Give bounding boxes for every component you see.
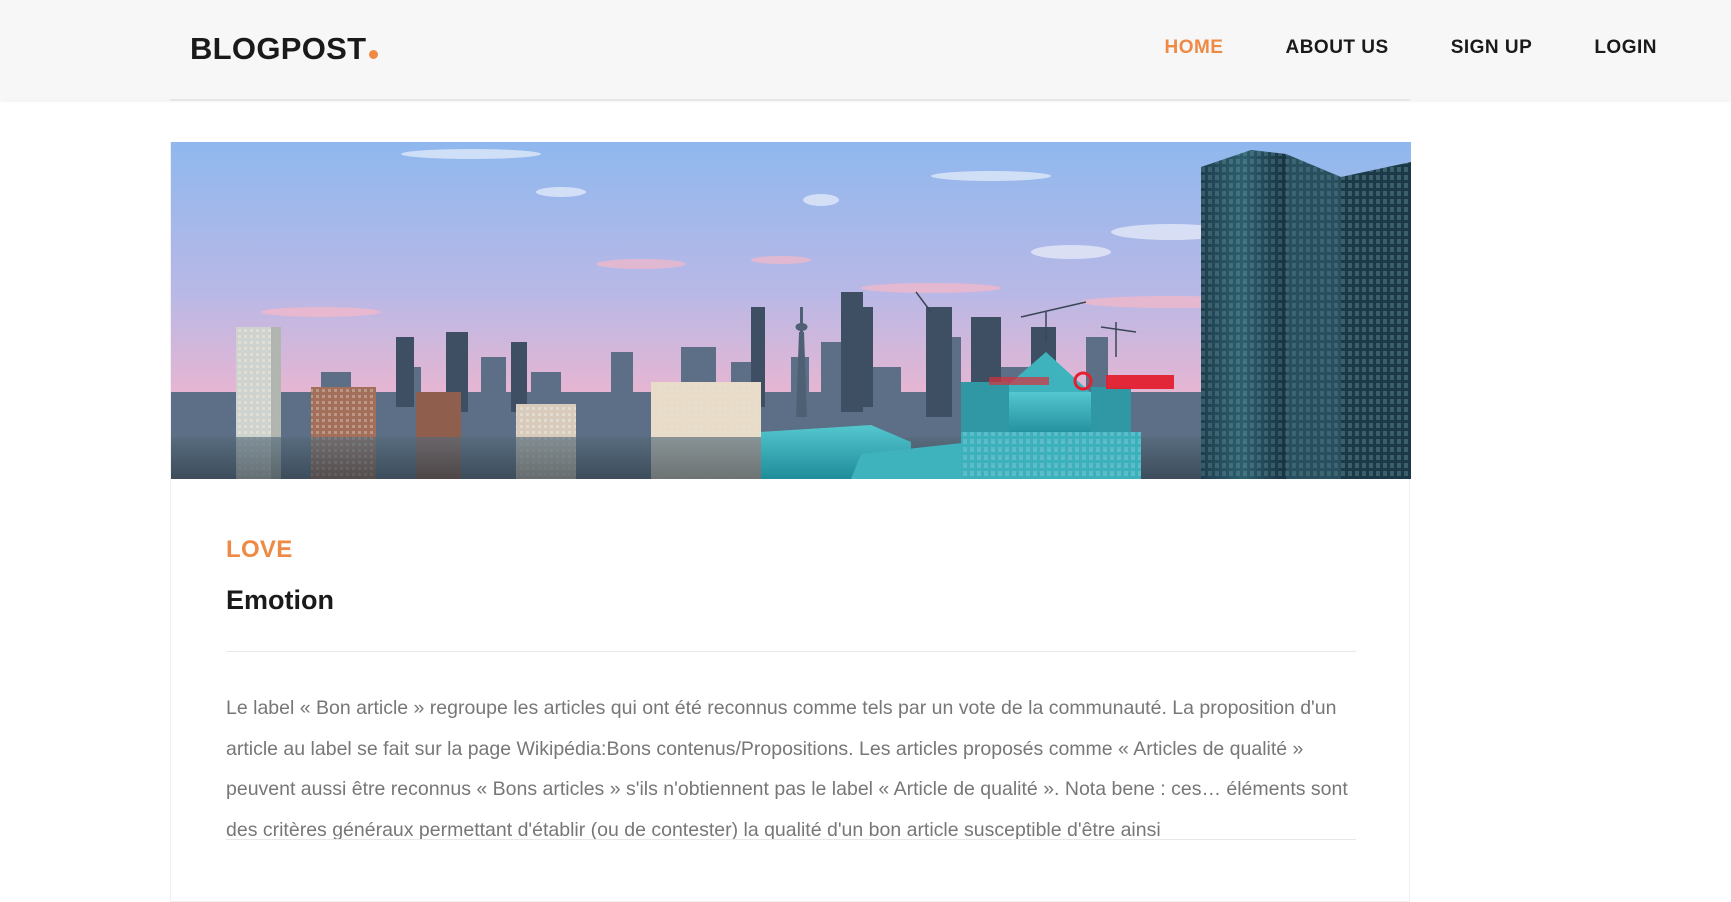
main-nav: HOME ABOUT US SIGN UP LOGIN — [1102, 36, 1657, 60]
header-divider — [170, 99, 1410, 101]
post-excerpt: Le label « Bon article » regroupe les ar… — [226, 697, 1348, 841]
post-divider — [226, 651, 1356, 652]
logo-dot-icon — [369, 50, 379, 59]
post-card: LOVE Emotion Le label « Bon article » re… — [170, 142, 1411, 902]
post-body: LOVE Emotion Le label « Bon article » re… — [171, 535, 1409, 850]
post-hero-image[interactable] — [171, 142, 1411, 479]
excerpt-bottom-rule — [226, 839, 1356, 840]
site-logo[interactable]: BLOGPOST — [190, 30, 379, 68]
site-header: BLOGPOST HOME ABOUT US SIGN UP LOGIN — [0, 0, 1731, 100]
nav-home[interactable]: HOME — [1164, 36, 1223, 60]
nav-login[interactable]: LOGIN — [1594, 36, 1657, 60]
logo-text: BLOGPOST — [190, 31, 367, 66]
nav-about-us[interactable]: ABOUT US — [1285, 36, 1388, 60]
post-title[interactable]: Emotion — [226, 583, 1354, 617]
post-category[interactable]: LOVE — [226, 535, 1354, 565]
nav-sign-up[interactable]: SIGN UP — [1451, 36, 1533, 60]
